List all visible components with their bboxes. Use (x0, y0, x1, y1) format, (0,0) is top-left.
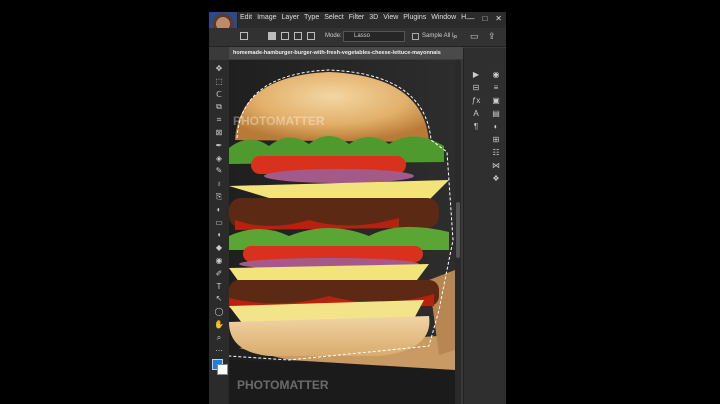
panel-col1-icon[interactable]: ▶ (466, 68, 486, 81)
healing-brush-icon[interactable]: ◈ (214, 154, 224, 164)
photoshop-window: Edit Image Layer Type Select Filter 3D View Plug… (209, 12, 506, 404)
panel-col2-icon[interactable]: ◐ (486, 120, 506, 133)
marquee-tool-icon[interactable]: ⬚ (214, 77, 224, 87)
frame-tool-icon[interactable]: ⊠ (214, 128, 224, 138)
panel-col2-icon[interactable]: ≡ (486, 81, 506, 94)
tools-panel: ✥ ⬚ ᑕ ⧉ ⌗ ⊠ ✒ ◈ ✎ ♁ ⎘ ◐ ▭ ◖ ◆ ◉ ✐ T ↖ ◯ ✋ ⌕ ⋯ (209, 60, 229, 404)
panel-col1-icon[interactable]: ¶ (466, 120, 486, 133)
brush-tool-icon[interactable]: ✎ (214, 166, 224, 176)
panel-col2-icon[interactable]: ▤ (486, 107, 506, 120)
move-tool-icon[interactable]: ✥ (214, 64, 224, 74)
background-color-swatch[interactable] (217, 364, 228, 375)
sample-all-label: Sample All L (422, 33, 456, 39)
mode-label: Mode: (325, 33, 342, 39)
watermark-top: PHOTOMATTER (233, 114, 325, 128)
panel-col2-icon[interactable]: ▣ (486, 94, 506, 107)
burger-image (229, 60, 455, 404)
options-bar: Mode: Lasso Sample All L ⌕ ▭ ⇪ (209, 28, 506, 47)
minimize-icon[interactable]: — (466, 14, 474, 23)
add-selection-icon[interactable] (281, 32, 289, 40)
panel-column-2: ◉ ≡ ▣ ▤ ◐ ⊞ ☷ ⋈ ❖ (486, 68, 506, 185)
clone-stamp-icon[interactable]: ♁ (214, 179, 224, 189)
panel-col1-icon[interactable]: ƒx (466, 94, 486, 107)
panel-dock: ▶ ⊟ ƒx A ¶ ◉ ≡ ▣ ▤ ◐ ⊞ ☷ ⋈ ❖ (463, 48, 506, 404)
maximize-icon[interactable]: □ (482, 14, 487, 23)
blur-tool-icon[interactable]: ◖ (214, 230, 224, 240)
watermark-bottom: PHOTOMATTER (237, 378, 329, 392)
crop-tool-icon[interactable]: ⌗ (214, 115, 224, 125)
sample-all-layers-checkbox[interactable] (412, 33, 419, 40)
document-tab[interactable]: homemade-hamburger-burger-with-fresh-veg… (229, 47, 463, 59)
menu-item[interactable]: Image (257, 14, 276, 21)
eraser-icon[interactable]: ◐ (214, 205, 224, 215)
eyedropper-icon[interactable]: ✒ (214, 141, 224, 151)
menu-items: Edit Image Layer Type Select Filter 3D View Plug… (240, 14, 466, 21)
menu-item[interactable]: Edit (240, 14, 252, 21)
share-icon[interactable]: ⇪ (488, 31, 496, 42)
menu-item[interactable]: Filter (349, 14, 365, 21)
intersect-selection-icon[interactable] (307, 32, 315, 40)
menu-item[interactable]: View (383, 14, 398, 21)
dodge-tool-icon[interactable]: ◆ (214, 243, 224, 253)
gradient-tool-icon[interactable]: ▭ (214, 218, 224, 228)
panel-col1-icon[interactable]: A (466, 107, 486, 120)
panel-col2-icon[interactable]: ◉ (486, 68, 506, 81)
menu-bar: Edit Image Layer Type Select Filter 3D View Plug… (209, 12, 506, 28)
menu-item[interactable]: Select (324, 14, 343, 21)
menu-item[interactable]: H (461, 14, 466, 21)
panel-col2-icon[interactable]: ⊞ (486, 133, 506, 146)
search-icon[interactable]: ⌕ (453, 31, 458, 42)
object-select-icon[interactable]: ⧉ (214, 102, 224, 112)
panel-col2-icon[interactable]: ☷ (486, 146, 506, 159)
menu-item[interactable]: Window (431, 14, 456, 21)
panel-col2-icon[interactable]: ❖ (486, 172, 506, 185)
menu-item[interactable]: Type (304, 14, 319, 21)
close-icon[interactable]: ✕ (495, 14, 502, 23)
history-brush-icon[interactable]: ⎘ (214, 192, 224, 202)
panel-col2-icon[interactable]: ⋈ (486, 159, 506, 172)
new-selection-icon[interactable] (268, 32, 276, 40)
menu-item[interactable]: 3D (369, 14, 378, 21)
mode-select[interactable]: Lasso (343, 31, 405, 42)
document-canvas[interactable]: PHOTOMATTER PHOTOMATTER (229, 60, 455, 404)
zoom-tool-icon[interactable]: ⌕ (214, 333, 224, 343)
vertical-scrollbar[interactable] (455, 60, 461, 404)
panel-col1-icon[interactable]: ⊟ (466, 81, 486, 94)
panel-column-1: ▶ ⊟ ƒx A ¶ (466, 68, 486, 133)
hand-tool-icon[interactable]: ✋ (214, 320, 224, 330)
window-controls: — □ ✕ (466, 14, 502, 23)
lasso-tool-preset-icon[interactable] (240, 32, 248, 40)
path-select-icon[interactable]: ↖ (214, 294, 224, 304)
ellipse-tool-icon[interactable]: ◯ (214, 307, 224, 317)
menu-item[interactable]: Plugins (403, 14, 426, 21)
workspace-icon[interactable]: ▭ (470, 31, 479, 42)
lasso-tool-icon[interactable]: ᑕ (214, 90, 224, 100)
subtract-selection-icon[interactable] (294, 32, 302, 40)
sponge-icon[interactable]: ◉ (214, 256, 224, 266)
scrollbar-thumb[interactable] (456, 202, 460, 258)
menu-item[interactable]: Layer (282, 14, 300, 21)
mode-value: Lasso (354, 33, 371, 39)
more-tools-icon[interactable]: ⋯ (214, 346, 224, 356)
pen-tool-icon[interactable]: ✐ (214, 269, 224, 279)
type-tool-icon[interactable]: T (214, 282, 224, 292)
